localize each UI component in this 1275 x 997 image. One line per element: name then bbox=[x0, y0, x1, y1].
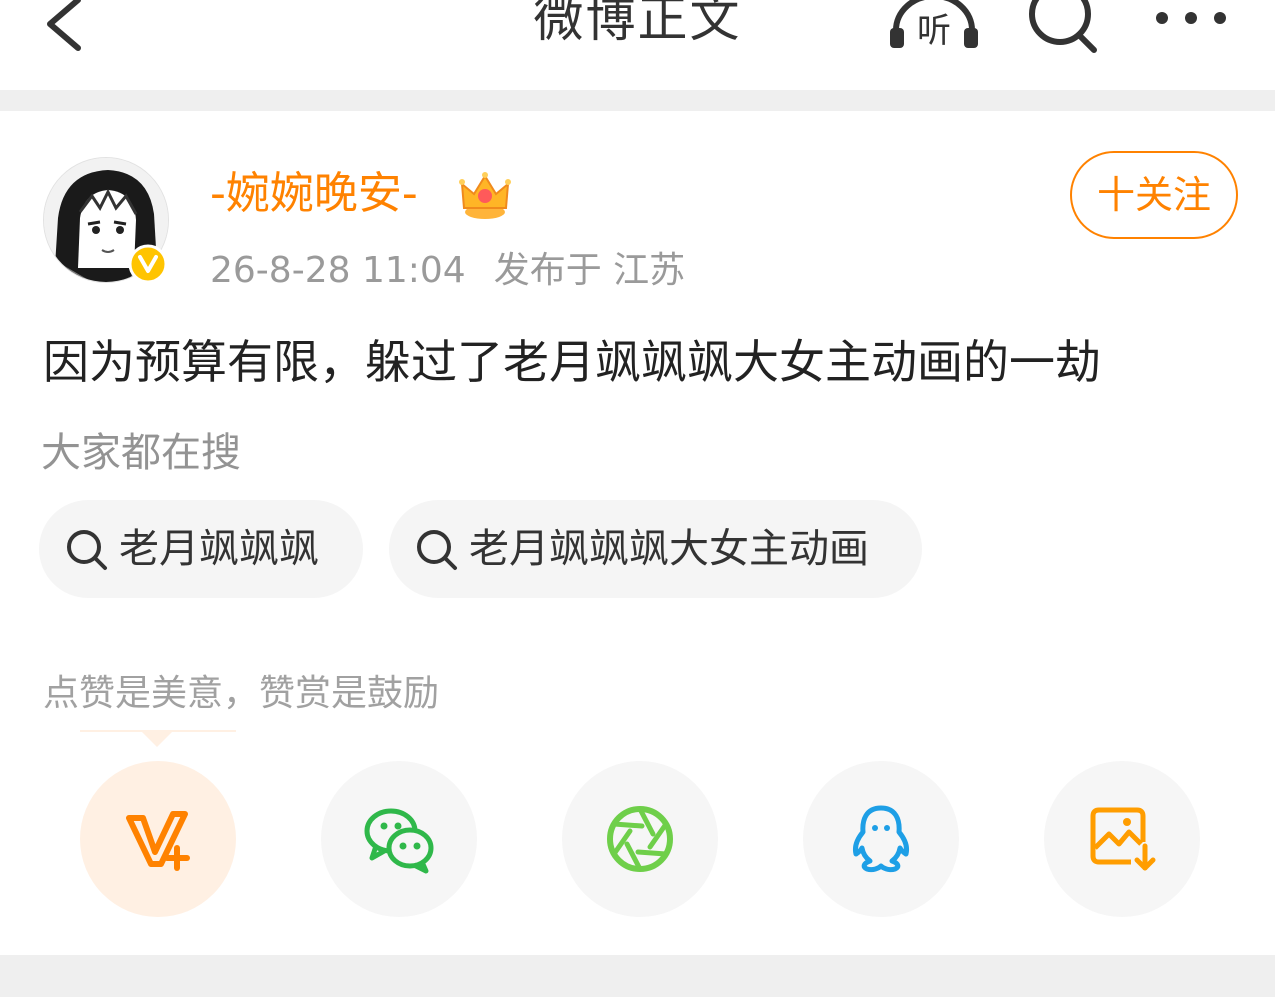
share-qq-button[interactable] bbox=[803, 761, 959, 917]
listen-icon[interactable]: 听 bbox=[888, 0, 980, 52]
search-chip-label: 老月飒飒飒 bbox=[119, 526, 319, 572]
share-moments-button[interactable] bbox=[562, 761, 718, 917]
username[interactable]: -婉婉晚安- bbox=[210, 163, 418, 225]
search-icon[interactable] bbox=[1028, 0, 1102, 55]
wechat-icon bbox=[364, 808, 434, 874]
search-icon bbox=[417, 530, 457, 570]
search-chip[interactable]: 老月飒飒飒大女主动画 bbox=[389, 500, 922, 598]
location: 发布于 江苏 bbox=[493, 250, 686, 291]
share-wechat-button[interactable] bbox=[321, 761, 477, 917]
section-divider bbox=[0, 955, 1275, 997]
post-meta: 26-8-28 11:04 发布于 江苏 bbox=[210, 245, 685, 297]
follow-button[interactable]: 十关注 bbox=[1070, 151, 1238, 239]
section-divider bbox=[0, 90, 1275, 111]
search-chip-label: 老月飒飒飒大女主动画 bbox=[469, 526, 869, 572]
crown-icon bbox=[459, 172, 511, 219]
search-icon bbox=[67, 530, 107, 570]
save-image-button[interactable] bbox=[1044, 761, 1200, 917]
top-bar: 微博正文 听 bbox=[0, 0, 1275, 90]
more-icon[interactable] bbox=[1154, 8, 1228, 28]
timestamp: 26-8-28 11:04 bbox=[210, 250, 466, 291]
v-plus-icon bbox=[126, 811, 190, 871]
moments-icon bbox=[607, 806, 673, 872]
post-text: 因为预算有限，躲过了老月飒飒飒大女主动画的一劫 bbox=[43, 335, 1101, 389]
share-weibo-button[interactable] bbox=[80, 761, 236, 917]
tooltip-arrow bbox=[141, 731, 173, 747]
reward-hint: 点赞是美意，赞赏是鼓励 bbox=[43, 673, 440, 714]
qq-icon bbox=[853, 805, 909, 873]
verified-badge-icon bbox=[128, 244, 168, 284]
search-chip[interactable]: 老月飒飒飒 bbox=[39, 500, 363, 598]
save-image-icon bbox=[1090, 807, 1156, 871]
trending-search-heading: 大家都在搜 bbox=[41, 430, 241, 476]
listen-label: 听 bbox=[917, 11, 951, 51]
